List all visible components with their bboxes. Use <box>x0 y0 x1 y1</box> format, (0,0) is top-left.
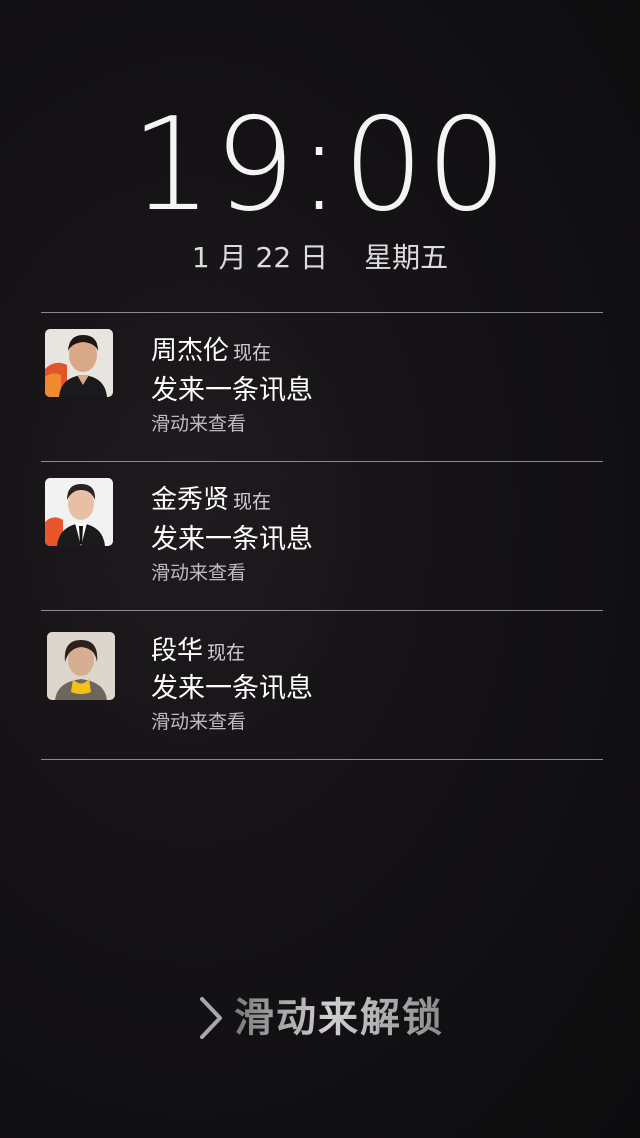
notification-message: 发来一条讯息 <box>151 673 313 704</box>
contact-photo-icon <box>45 478 113 546</box>
notification-time: 现在 <box>233 342 272 364</box>
contact-photo-icon <box>45 329 113 397</box>
contact-avatar <box>47 632 115 700</box>
divider <box>41 759 603 760</box>
unlock-slider[interactable]: 滑动来解锁 <box>0 990 640 1050</box>
notification-item[interactable]: 段华 现在 发来一条讯息 滑动来查看 <box>41 611 603 759</box>
notification-hint: 滑动来查看 <box>151 562 247 584</box>
notification-time: 现在 <box>207 642 246 664</box>
sender-name: 金秀贤 <box>151 485 230 515</box>
notification-time: 现在 <box>233 491 272 513</box>
notification-hint: 滑动来查看 <box>151 413 247 435</box>
date-row: 1 月 22 日 星期五 <box>0 238 640 278</box>
chevron-right-icon <box>200 997 222 1039</box>
sender-line: 段华 现在 <box>151 633 245 671</box>
weekday-label: 星期五 <box>364 241 449 274</box>
sender-name: 段华 <box>151 636 204 666</box>
notification-message: 发来一条讯息 <box>151 375 313 406</box>
unlock-label: 滑动来解锁 <box>234 990 444 1046</box>
contact-photo-icon <box>47 632 115 700</box>
clock-time: 19:00 <box>130 91 510 240</box>
sender-line: 周杰伦 现在 <box>151 333 271 371</box>
notification-message: 发来一条讯息 <box>151 524 313 555</box>
date-label: 1 月 22 日 <box>191 241 329 274</box>
notification-hint: 滑动来查看 <box>151 711 247 733</box>
contact-avatar <box>45 478 113 546</box>
lock-screen: 19:00 1 月 22 日星期五 周杰伦 现在 发来一条讯息 滑动来查看 金秀… <box>0 0 640 1138</box>
sender-line: 金秀贤 现在 <box>151 482 271 520</box>
notification-item[interactable]: 金秀贤 现在 发来一条讯息 滑动来查看 <box>41 462 603 610</box>
contact-avatar <box>45 329 113 397</box>
notification-item[interactable]: 周杰伦 现在 发来一条讯息 滑动来查看 <box>41 313 603 461</box>
sender-name: 周杰伦 <box>151 336 230 366</box>
